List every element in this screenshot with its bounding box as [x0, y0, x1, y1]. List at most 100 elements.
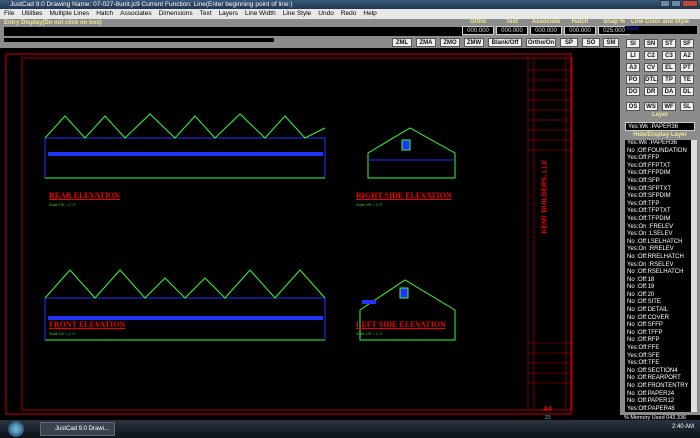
layer-item[interactable]: Yes:Off:TFP: [627, 201, 691, 209]
side-st-button[interactable]: ST: [662, 39, 676, 48]
taskbar-justcad[interactable]: JustCad 9.0 Drawi...: [40, 422, 115, 436]
layer-label: Layer: [651, 112, 668, 118]
side-si-button[interactable]: SI: [626, 39, 640, 48]
side-po-button[interactable]: PO: [626, 75, 640, 84]
menu-text[interactable]: Text: [200, 9, 212, 19]
layer-item[interactable]: No :Off:REARPORT: [627, 375, 691, 383]
menu-associates[interactable]: Associates: [120, 9, 151, 19]
side-da-button[interactable]: DA: [662, 87, 676, 96]
side-ws-button[interactable]: WS: [644, 102, 658, 111]
field-value[interactable]: 000.000: [530, 26, 562, 35]
menu-line-style[interactable]: Line Style: [283, 9, 312, 19]
layer-item[interactable]: No :Off:PAPER24: [627, 391, 691, 399]
side-dtl-button[interactable]: DTL: [644, 75, 658, 84]
layer-item[interactable]: No :Off:18: [627, 277, 691, 285]
minimize-button[interactable]: [660, 0, 670, 7]
toolbar-zmo-button[interactable]: ZMO: [440, 38, 460, 47]
layer-list[interactable]: Yes:Wk :PAPER36 No :Off:FOUNDATION Yes:Off…: [625, 140, 691, 412]
toolbar-zml-button[interactable]: ZML: [392, 38, 412, 47]
current-layer-field[interactable]: Yes:Wk :PAPER36: [625, 122, 695, 131]
side-sf-button[interactable]: SF: [680, 39, 694, 48]
start-button[interactable]: [8, 421, 24, 437]
layer-item[interactable]: Yes:On :LSELEV: [627, 231, 691, 239]
menu-layers[interactable]: Layers: [219, 9, 239, 19]
layer-item[interactable]: No :Off:TFFP: [627, 330, 691, 338]
layer-item[interactable]: Yes:On :RSELEV: [627, 262, 691, 270]
rear-elevation-scale: Scale 1/8" = 1'-0": [49, 203, 76, 207]
maximize-button[interactable]: [671, 0, 681, 7]
toolbar-sp-button[interactable]: SP: [560, 38, 578, 47]
layer-list-scrollbar[interactable]: [691, 140, 697, 412]
close-button[interactable]: [682, 0, 698, 7]
layer-item[interactable]: No :Off:COVER: [627, 315, 691, 323]
side-wf-button[interactable]: WF: [662, 102, 676, 111]
layer-item[interactable]: Yes:Wk :PAPER36: [627, 140, 691, 148]
layer-item[interactable]: No :Off:DETAIL: [627, 307, 691, 315]
layer-item[interactable]: Yes:Off:FFP: [627, 155, 691, 163]
toolbar-sm-button[interactable]: SM: [603, 38, 619, 47]
layer-item[interactable]: Yes:Off:FFPDIM: [627, 170, 691, 178]
layer-item[interactable]: No :Off:FRONTENTRY: [627, 383, 691, 391]
layer-item[interactable]: No :Off:19: [627, 284, 691, 292]
side-li-button[interactable]: LI: [626, 51, 640, 60]
entry-display-box: [4, 27, 462, 36]
layer-item[interactable]: No :Off:20: [627, 292, 691, 300]
side-dl-button[interactable]: DL: [680, 87, 694, 96]
toolbar-blank-off-button[interactable]: Blank/Off: [488, 38, 522, 47]
layer-item[interactable]: No :Off:FOUNDATION: [627, 148, 691, 156]
side-os-button[interactable]: OS: [626, 102, 640, 111]
menu-dimensions[interactable]: Dimensions: [159, 9, 193, 19]
layer-item[interactable]: Yes:On :RRELEV: [627, 246, 691, 254]
layer-item[interactable]: Yes:Off:SFPDIM: [627, 193, 691, 201]
toolbar-so-button[interactable]: SO: [582, 38, 600, 47]
layer-item[interactable]: No :Off:SITE: [627, 299, 691, 307]
layer-item[interactable]: No :Off:RSELHATCH: [627, 269, 691, 277]
toolbar-ortho-on-button[interactable]: Ortho/On: [526, 38, 556, 47]
toolbar-zmw-button[interactable]: ZMW: [464, 38, 484, 47]
layer-item[interactable]: No :Off:SFFP: [627, 322, 691, 330]
layer-item[interactable]: Yes:Off:TFPDIM: [627, 216, 691, 224]
menu-redo[interactable]: Redo: [341, 9, 357, 19]
menu-file[interactable]: File: [4, 9, 14, 19]
menu-utilities[interactable]: Utilities: [21, 9, 42, 19]
side-el-button[interactable]: EL: [662, 63, 676, 72]
layer-item[interactable]: Yes:Off:FFE: [627, 345, 691, 353]
layer-item[interactable]: Yes:Off:FFPTXT: [627, 163, 691, 171]
layer-item[interactable]: No :Off:RFP: [627, 337, 691, 345]
toolbar-zma-button[interactable]: ZMA: [416, 38, 436, 47]
drawing-canvas[interactable]: REAR ELEVATION Scale 1/8" = 1'-0" RIGHT …: [0, 48, 620, 420]
command-box: [4, 38, 274, 42]
menu-help[interactable]: Help: [363, 9, 376, 19]
side-do-button[interactable]: DO: [626, 87, 640, 96]
layer-item[interactable]: Yes:On :FRELEV: [627, 224, 691, 232]
menu-hatch[interactable]: Hatch: [96, 9, 113, 19]
layer-item[interactable]: Yes:Off:PAPER48: [627, 406, 691, 412]
layer-item[interactable]: No :Off:LSELHATCH: [627, 239, 691, 247]
side-dr-button[interactable]: DR: [644, 87, 658, 96]
side-pt-button[interactable]: PT: [680, 63, 694, 72]
side-c3-button[interactable]: C3: [662, 51, 676, 60]
layer-item[interactable]: No :Off:PAPER12: [627, 398, 691, 406]
layer-item[interactable]: No :Off:RRELHATCH: [627, 254, 691, 262]
field-value[interactable]: 000.000: [496, 26, 528, 35]
side-sn-button[interactable]: SN: [644, 39, 658, 48]
side-te-button[interactable]: TE: [680, 75, 694, 84]
layer-item[interactable]: Yes:Off:TFE: [627, 360, 691, 368]
layer-item[interactable]: Yes:Off:TFPTXT: [627, 208, 691, 216]
side-tp-button[interactable]: TP: [662, 75, 676, 84]
side-cv-button[interactable]: CV: [644, 63, 658, 72]
layer-item[interactable]: Yes:Off:SFE: [627, 353, 691, 361]
field-value[interactable]: 000.000: [564, 26, 596, 35]
layer-item[interactable]: Yes:Off:SFPTXT: [627, 186, 691, 194]
side-c2-button[interactable]: C2: [644, 51, 658, 60]
side-a3-button[interactable]: A3: [626, 63, 640, 72]
menu-line-width[interactable]: Line Width: [245, 9, 276, 19]
side-sl-button[interactable]: SL: [680, 102, 694, 111]
layer-item[interactable]: No :Off:SECTION4: [627, 368, 691, 376]
side-a2-button[interactable]: A2: [680, 51, 694, 60]
field-value[interactable]: 000.000: [462, 26, 494, 35]
menu-multiple-lines[interactable]: Multiple Lines: [49, 9, 89, 19]
layer-item[interactable]: Yes:Off:SFP: [627, 178, 691, 186]
menu-undo[interactable]: Undo: [318, 9, 334, 19]
line-color-style-select[interactable]: Dash: [625, 26, 697, 34]
